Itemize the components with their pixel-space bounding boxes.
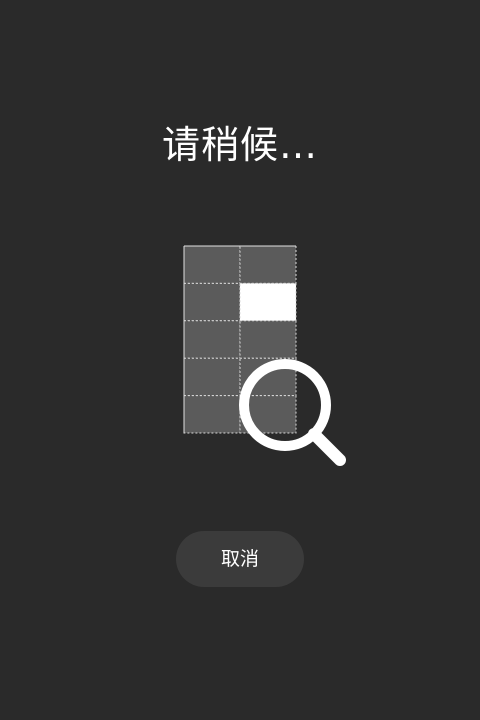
loading-title: 请稍候… — [161, 123, 318, 167]
loading-screen: 请稍候… 取消 — [0, 0, 480, 720]
magnifier-icon — [239, 359, 346, 466]
grid-cell — [183, 245, 241, 284]
grid-cell — [183, 395, 241, 434]
grid-cell — [239, 245, 297, 284]
grid-cell — [239, 320, 297, 359]
cancel-button[interactable]: 取消 — [176, 531, 304, 587]
table-search-illustration — [183, 245, 346, 466]
grid-cell — [183, 282, 241, 322]
grid-cell — [183, 357, 241, 397]
grid-cell — [239, 395, 297, 434]
grid-cell — [183, 320, 241, 359]
grid-cell — [239, 357, 297, 397]
grid-cell-highlighted — [239, 282, 297, 322]
table-grid — [183, 245, 297, 434]
